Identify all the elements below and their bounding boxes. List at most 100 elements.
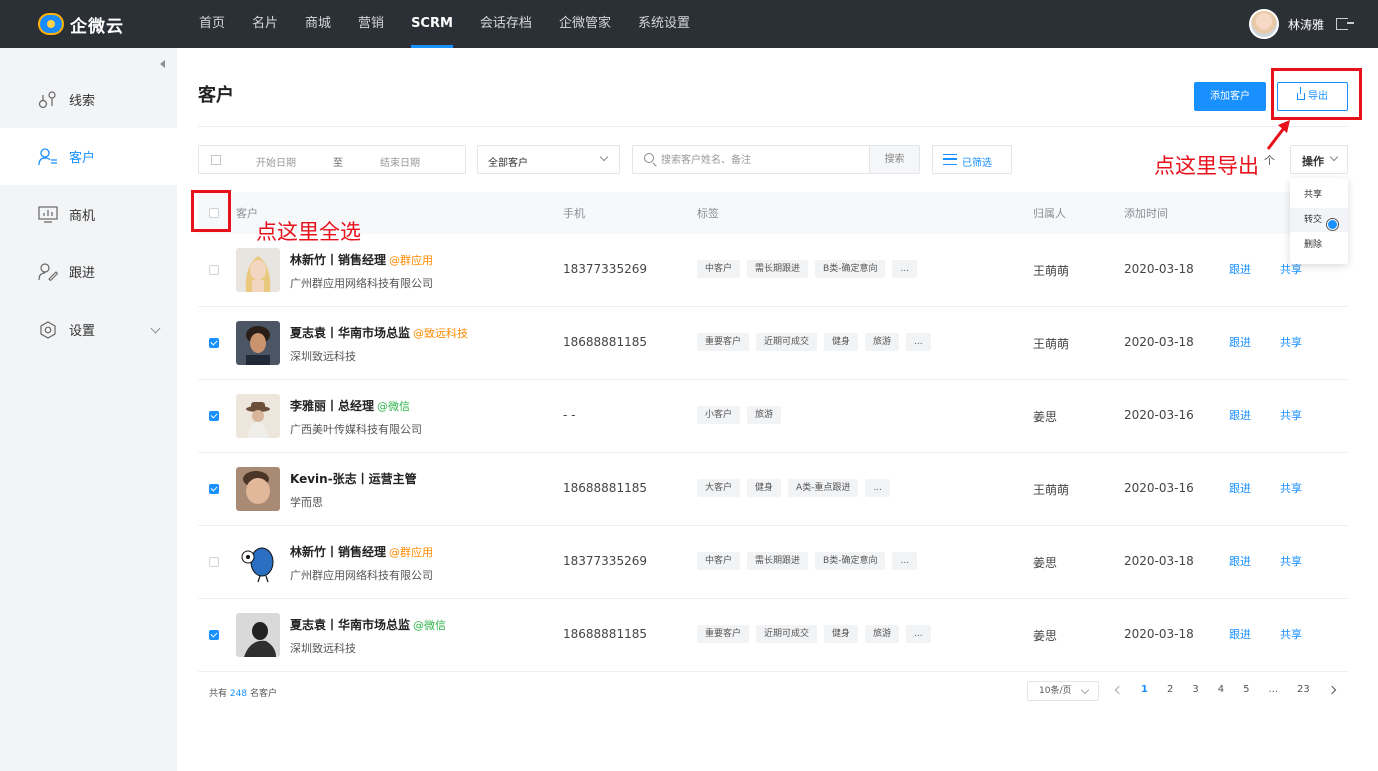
table-row[interactable]: Kevin-张志丨运营主管 学而思 18688881185 大客户 健身 A类-重点跟进.… bbox=[198, 453, 1348, 526]
page-number[interactable]: 5 bbox=[1243, 684, 1249, 695]
search-button[interactable]: 搜索 bbox=[869, 146, 919, 173]
nav-item-home[interactable]: 首页 bbox=[199, 0, 225, 48]
customer-source-tag: @微信 bbox=[413, 619, 447, 632]
page-number[interactable]: 23 bbox=[1297, 684, 1310, 695]
user-menu[interactable]: 林涛雅 bbox=[1248, 9, 1354, 39]
customer-scope-select[interactable]: 全部客户 bbox=[477, 145, 620, 174]
mouse-cursor-icon bbox=[1327, 219, 1338, 230]
sidebar-item-label: 设置 bbox=[69, 324, 96, 339]
table-row[interactable]: 李雅丽丨总经理 @微信 广西美叶传媒科技有限公司 - - 小客户 旅游 姜思 2020-03-… bbox=[198, 380, 1348, 453]
add-customer-button[interactable]: 添加客户 bbox=[1194, 82, 1266, 111]
search-input[interactable] bbox=[661, 150, 871, 170]
opportunity-icon bbox=[38, 205, 58, 223]
next-page-icon[interactable] bbox=[1327, 685, 1336, 694]
customer-company: 广州群应用网络科技有限公司 bbox=[290, 277, 433, 290]
nav-item-wecom-manager[interactable]: 企微管家 bbox=[559, 0, 611, 48]
select-all-highlight bbox=[191, 190, 231, 232]
page-number[interactable]: 2 bbox=[1167, 684, 1173, 695]
operations-label: 操作 bbox=[1302, 155, 1324, 168]
customer-tag: 大客户 bbox=[697, 479, 741, 497]
prev-page-icon[interactable] bbox=[1114, 685, 1124, 694]
table-header: 客户 手机 标签 归属人 添加时间 bbox=[198, 192, 1348, 234]
table-row[interactable]: 林新竹丨销售经理 @群应用 广州群应用网络科技有限公司 18377335269 中客户需… bbox=[198, 526, 1348, 599]
nav-item-scrm[interactable]: SCRM bbox=[411, 0, 453, 48]
row-checkbox[interactable] bbox=[209, 265, 219, 275]
customer-added-date: 2020-03-18 bbox=[1124, 262, 1194, 276]
customer-tags: 小客户 旅游 bbox=[697, 406, 788, 424]
customer-tag: ... bbox=[892, 552, 918, 570]
avatar[interactable] bbox=[1248, 9, 1279, 39]
customer-name[interactable]: 林新竹丨销售经理 @群应用 bbox=[290, 543, 433, 560]
sidebar-item-settings[interactable]: 设置 bbox=[0, 301, 177, 358]
table-row[interactable]: 夏志袁丨华南市场总监 @致远科技 深圳致远科技 18688881185 重要客户 近期可成… bbox=[198, 307, 1348, 380]
page-number[interactable]: 3 bbox=[1192, 684, 1198, 695]
table-row[interactable]: 夏志袁丨华南市场总监 @微信 深圳致远科技 18688881185 重要客户 近期可成交健… bbox=[198, 599, 1348, 672]
page-number[interactable]: ... bbox=[1268, 684, 1278, 695]
nav-item-card[interactable]: 名片 bbox=[252, 0, 278, 48]
end-date-field[interactable]: 结束日期 bbox=[380, 154, 420, 169]
operations-dropdown[interactable]: 操作 bbox=[1290, 145, 1348, 174]
row-checkbox[interactable] bbox=[209, 411, 219, 421]
follow-up-link[interactable]: 跟进 bbox=[1229, 407, 1251, 423]
start-date-field[interactable]: 开始日期 bbox=[256, 154, 296, 169]
partial-hidden-text: 个 bbox=[1264, 154, 1275, 167]
menu-item-delete[interactable]: 删除 bbox=[1290, 233, 1348, 257]
page-number[interactable]: 4 bbox=[1218, 684, 1224, 695]
sidebar: 线索 客户 商机 跟进 设置 bbox=[0, 48, 177, 771]
nav-item-system-settings[interactable]: 系统设置 bbox=[638, 0, 690, 48]
customer-name[interactable]: 林新竹丨销售经理 @群应用 bbox=[290, 251, 433, 268]
customer-name[interactable]: Kevin-张志丨运营主管 bbox=[290, 470, 420, 487]
customer-source-tag: @群应用 bbox=[389, 254, 434, 267]
share-link[interactable]: 共享 bbox=[1280, 334, 1302, 350]
customer-owner: 姜思 bbox=[1033, 556, 1058, 570]
customer-name[interactable]: 夏志袁丨华南市场总监 @致远科技 bbox=[290, 324, 468, 341]
share-link[interactable]: 共享 bbox=[1280, 407, 1302, 423]
sidebar-item-customer[interactable]: 客户 bbox=[0, 128, 177, 185]
date-range-picker[interactable]: 开始日期 至 结束日期 bbox=[198, 145, 466, 174]
follow-up-link[interactable]: 跟进 bbox=[1229, 261, 1251, 277]
follow-up-link[interactable]: 跟进 bbox=[1229, 553, 1251, 569]
collapse-sidebar-icon[interactable] bbox=[160, 60, 165, 68]
row-checkbox[interactable] bbox=[209, 484, 219, 494]
column-owner: 归属人 bbox=[1033, 207, 1066, 220]
customer-tag: 健身 bbox=[824, 625, 859, 643]
menu-item-transfer[interactable]: 转交 bbox=[1290, 208, 1348, 232]
share-link[interactable]: 共享 bbox=[1280, 480, 1302, 496]
nav-item-mall[interactable]: 商城 bbox=[305, 0, 331, 48]
app-logo[interactable]: 企微云 bbox=[38, 12, 124, 37]
follow-up-link[interactable]: 跟进 bbox=[1229, 626, 1251, 642]
follow-up-link[interactable]: 跟进 bbox=[1229, 334, 1251, 350]
export-highlight bbox=[1271, 68, 1362, 120]
sidebar-item-opportunity[interactable]: 商机 bbox=[0, 186, 177, 243]
customer-name[interactable]: 夏志袁丨华南市场总监 @微信 bbox=[290, 616, 446, 633]
page-number[interactable]: 1 bbox=[1141, 684, 1148, 695]
customer-phone: 18377335269 bbox=[563, 554, 647, 568]
sidebar-item-follow-up[interactable]: 跟进 bbox=[0, 243, 177, 300]
customer-name-text: 林新竹丨销售经理 bbox=[290, 545, 387, 559]
logout-icon[interactable] bbox=[1336, 18, 1354, 30]
customer-tag: 健身 bbox=[824, 333, 859, 351]
page-size-select[interactable]: 10条/页 bbox=[1027, 681, 1099, 701]
nav-item-chat-archive[interactable]: 会话存档 bbox=[480, 0, 532, 48]
column-tags: 标签 bbox=[697, 207, 719, 220]
row-checkbox[interactable] bbox=[209, 557, 219, 567]
table-row[interactable]: 林新竹丨销售经理 @群应用 广州群应用网络科技有限公司 18377335269 中客户需… bbox=[198, 234, 1348, 307]
customer-added-date: 2020-03-18 bbox=[1124, 335, 1194, 349]
share-link[interactable]: 共享 bbox=[1280, 626, 1302, 642]
customer-company: 学而思 bbox=[290, 496, 323, 509]
customer-tags: 重要客户 近期可成交 健身 旅游... bbox=[697, 625, 938, 643]
customer-owner: 王萌萌 bbox=[1033, 264, 1070, 278]
row-checkbox[interactable] bbox=[209, 630, 219, 640]
nav-item-marketing[interactable]: 营销 bbox=[358, 0, 384, 48]
follow-up-link[interactable]: 跟进 bbox=[1229, 480, 1251, 496]
filtered-button[interactable]: 已筛选 bbox=[932, 145, 1012, 174]
sidebar-item-leads[interactable]: 线索 bbox=[0, 71, 177, 128]
customer-company: 深圳致远科技 bbox=[290, 642, 356, 655]
share-link[interactable]: 共享 bbox=[1280, 553, 1302, 569]
customer-name[interactable]: 李雅丽丨总经理 @微信 bbox=[290, 397, 410, 414]
menu-item-share[interactable]: 共享 bbox=[1290, 183, 1348, 207]
total-prefix: 共有 bbox=[209, 689, 228, 699]
customer-tag: 中客户 bbox=[697, 260, 741, 278]
customer-tag: 健身 bbox=[747, 479, 782, 497]
row-checkbox[interactable] bbox=[209, 338, 219, 348]
